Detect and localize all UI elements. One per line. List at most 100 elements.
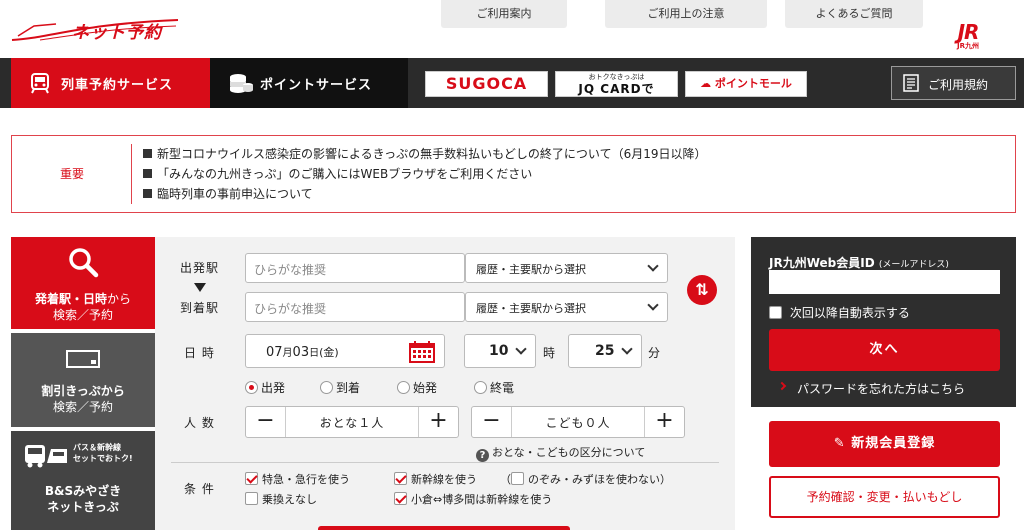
sugoca-banner[interactable]: SUGOCA [425,71,548,97]
adult-minus-button[interactable]: − [246,407,286,437]
side-tab-1-from: から [107,292,132,306]
child-minus-button[interactable]: − [472,407,512,437]
age-category-help-link[interactable]: ? おとな・こどもの区分について [476,444,645,462]
jr-kyushu-logo[interactable]: JR JR九州 [942,22,994,52]
terms-button[interactable]: ご利用規約 [891,66,1016,100]
reservation-manage-button[interactable]: 予約確認・変更・払いもどし [769,476,1000,518]
minute-select[interactable]: 25 [568,334,642,368]
jr-sub: JR九州 [957,42,979,50]
calendar-icon[interactable] [409,341,435,363]
date-input[interactable]: 07月03日(金) [245,334,445,368]
jq-card-big: JQ CARDで [578,82,655,96]
document-icon [903,74,919,92]
side-tab-3-badge-1: バス＆新幹線 [73,443,121,452]
nav-tab-train-reservation[interactable]: 列車予約サービス [11,58,210,108]
coins-icon [230,74,253,93]
notice-item[interactable]: 「みんなの九州きっぷ」のご購入にはWEBブラウザをご利用ください [143,164,706,184]
to-station-placeholder: ひらがな推奨 [254,302,327,316]
side-tab-3-badge-2: セットでおトク! [73,454,133,463]
from-station-input[interactable]: ひらがな推奨 [245,253,465,283]
radio-first-train[interactable]: 始発 [397,379,437,396]
radio-arrival[interactable]: 到着 [320,379,360,396]
site-logo[interactable]: ネット予約 [10,14,180,44]
chevron-down-icon [621,343,633,355]
adult-stepper: − おとな１人 + [245,406,459,438]
member-id-sub: (メールアドレス) [878,260,949,270]
mall-icon: ☁ [700,77,712,90]
hour-unit: 時 [543,346,557,360]
util-link-faq[interactable]: よくあるご質問 [785,0,923,28]
datetime-label: 日 時 [184,346,215,360]
from-station-placeholder: ひらがな推奨 [254,263,327,277]
from-history-text: 履歴・主要駅から選択 [476,263,586,276]
checkbox-no-transfer[interactable]: 乗換えなし [245,491,317,507]
pencil-icon: ✎ [833,436,846,451]
radio-circle [320,381,333,394]
side-tab-1-line2: 検索／予約 [52,308,113,322]
side-tab-station-search[interactable]: 発着駅・日時から 検索／予約 [11,237,155,329]
checkbox-box [511,472,524,485]
from-station-label: 出発駅 [180,261,220,275]
to-station-label: 到着駅 [180,301,220,315]
checkbox-box [245,472,258,485]
hour-select[interactable]: 10 [464,334,536,368]
side-tab-discount-ticket[interactable]: 割引きっぷから 検索／予約 [11,333,155,427]
child-plus-button[interactable]: + [644,407,684,437]
checkbox-no-nozomi[interactable]: （のぞみ・みずほを使わない） [500,471,671,487]
next-button[interactable]: 次へ [769,329,1000,371]
question-icon: ? [476,449,489,462]
terms-label: ご利用規約 [928,78,989,92]
checkbox-box [394,472,407,485]
login-panel: JR九州Web会員ID (メールアドレス) 次回以降自動表示する 次へ パスワー… [751,237,1016,407]
radio-circle [474,381,487,394]
radio-circle [245,381,258,394]
jq-card-banner[interactable]: おトクなきっぷは JQ CARDで [555,71,678,97]
minute-unit: 分 [648,346,662,360]
notice-item[interactable]: 新型コロナウイルス感染症の影響によるきっぷの無手数料払いもどしの終了について（6… [143,144,706,164]
register-button[interactable]: ✎ 新規会員登録 [769,421,1000,467]
radio-departure[interactable]: 出発 [245,379,285,396]
month-suffix: 月 [282,348,293,359]
notice-list: 新型コロナウイルス感染症の影響によるきっぷの無手数料払いもどしの終了について（6… [143,144,706,204]
side-tab-2-line2: 検索／予約 [52,400,113,414]
checkbox-express[interactable]: 特急・急行を使う [245,471,350,487]
notice-item[interactable]: 臨時列車の事前申込について [143,184,706,204]
forgot-password-link[interactable]: パスワードを忘れた方はこちら [797,380,965,397]
day-suffix: 日 [309,348,320,359]
checkbox-shinkansen[interactable]: 新幹線を使う [394,471,477,487]
side-tab-3-line2: ネットきっぷ [47,500,119,514]
people-label: 人 数 [184,416,215,430]
to-station-history-select[interactable]: 履歴・主要駅から選択 [465,292,668,322]
checkbox-kokura-hakata[interactable]: 小倉⇔博多間は新幹線を使う [394,491,552,507]
checkbox-box [769,306,782,319]
auto-display-label: 次回以降自動表示する [789,306,910,320]
side-tab-1-line1: 発着駅・日時 [34,292,107,306]
search-button-edge[interactable] [318,526,570,530]
auto-display-checkbox[interactable]: 次回以降自動表示する [769,304,910,321]
form-divider [171,462,719,463]
conditions-label: 条 件 [184,482,215,496]
member-id-label: JR九州Web会員ID [769,256,875,270]
from-station-history-select[interactable]: 履歴・主要駅から選択 [465,253,668,283]
point-mall-banner[interactable]: ☁ ポイントモール [685,71,807,97]
to-history-text: 履歴・主要駅から選択 [476,302,586,315]
radio-circle [397,381,410,394]
to-station-input[interactable]: ひらがな推奨 [245,292,465,322]
util-link-caution[interactable]: ご利用上の注意 [605,0,767,28]
square-bullet-icon [143,149,152,158]
side-tab-bs-miyazaki[interactable]: バス＆新幹線 セットでおトク! B&Sみやざき ネットきっぷ [11,431,155,530]
checkbox-box [394,492,407,505]
util-link-guide[interactable]: ご利用案内 [441,0,567,28]
adult-count: おとな１人 [319,416,385,430]
hour-value: 10 [489,343,509,359]
child-stepper: − こども０人 + [471,406,685,438]
chevron-down-icon [647,299,659,311]
radio-last-train[interactable]: 終電 [474,379,514,396]
swap-stations-button[interactable]: ⇅ [687,275,717,305]
swap-icon: ⇅ [695,280,709,299]
jq-card-small: おトクなきっぷは [588,73,645,81]
main-nav: 列車予約サービス ポイントサービス SUGOCA おトクなきっぷは JQ CAR… [0,58,1024,108]
nav-tab-point-service[interactable]: ポイントサービス [210,58,408,108]
adult-plus-button[interactable]: + [418,407,458,437]
member-id-input[interactable] [769,270,1000,294]
